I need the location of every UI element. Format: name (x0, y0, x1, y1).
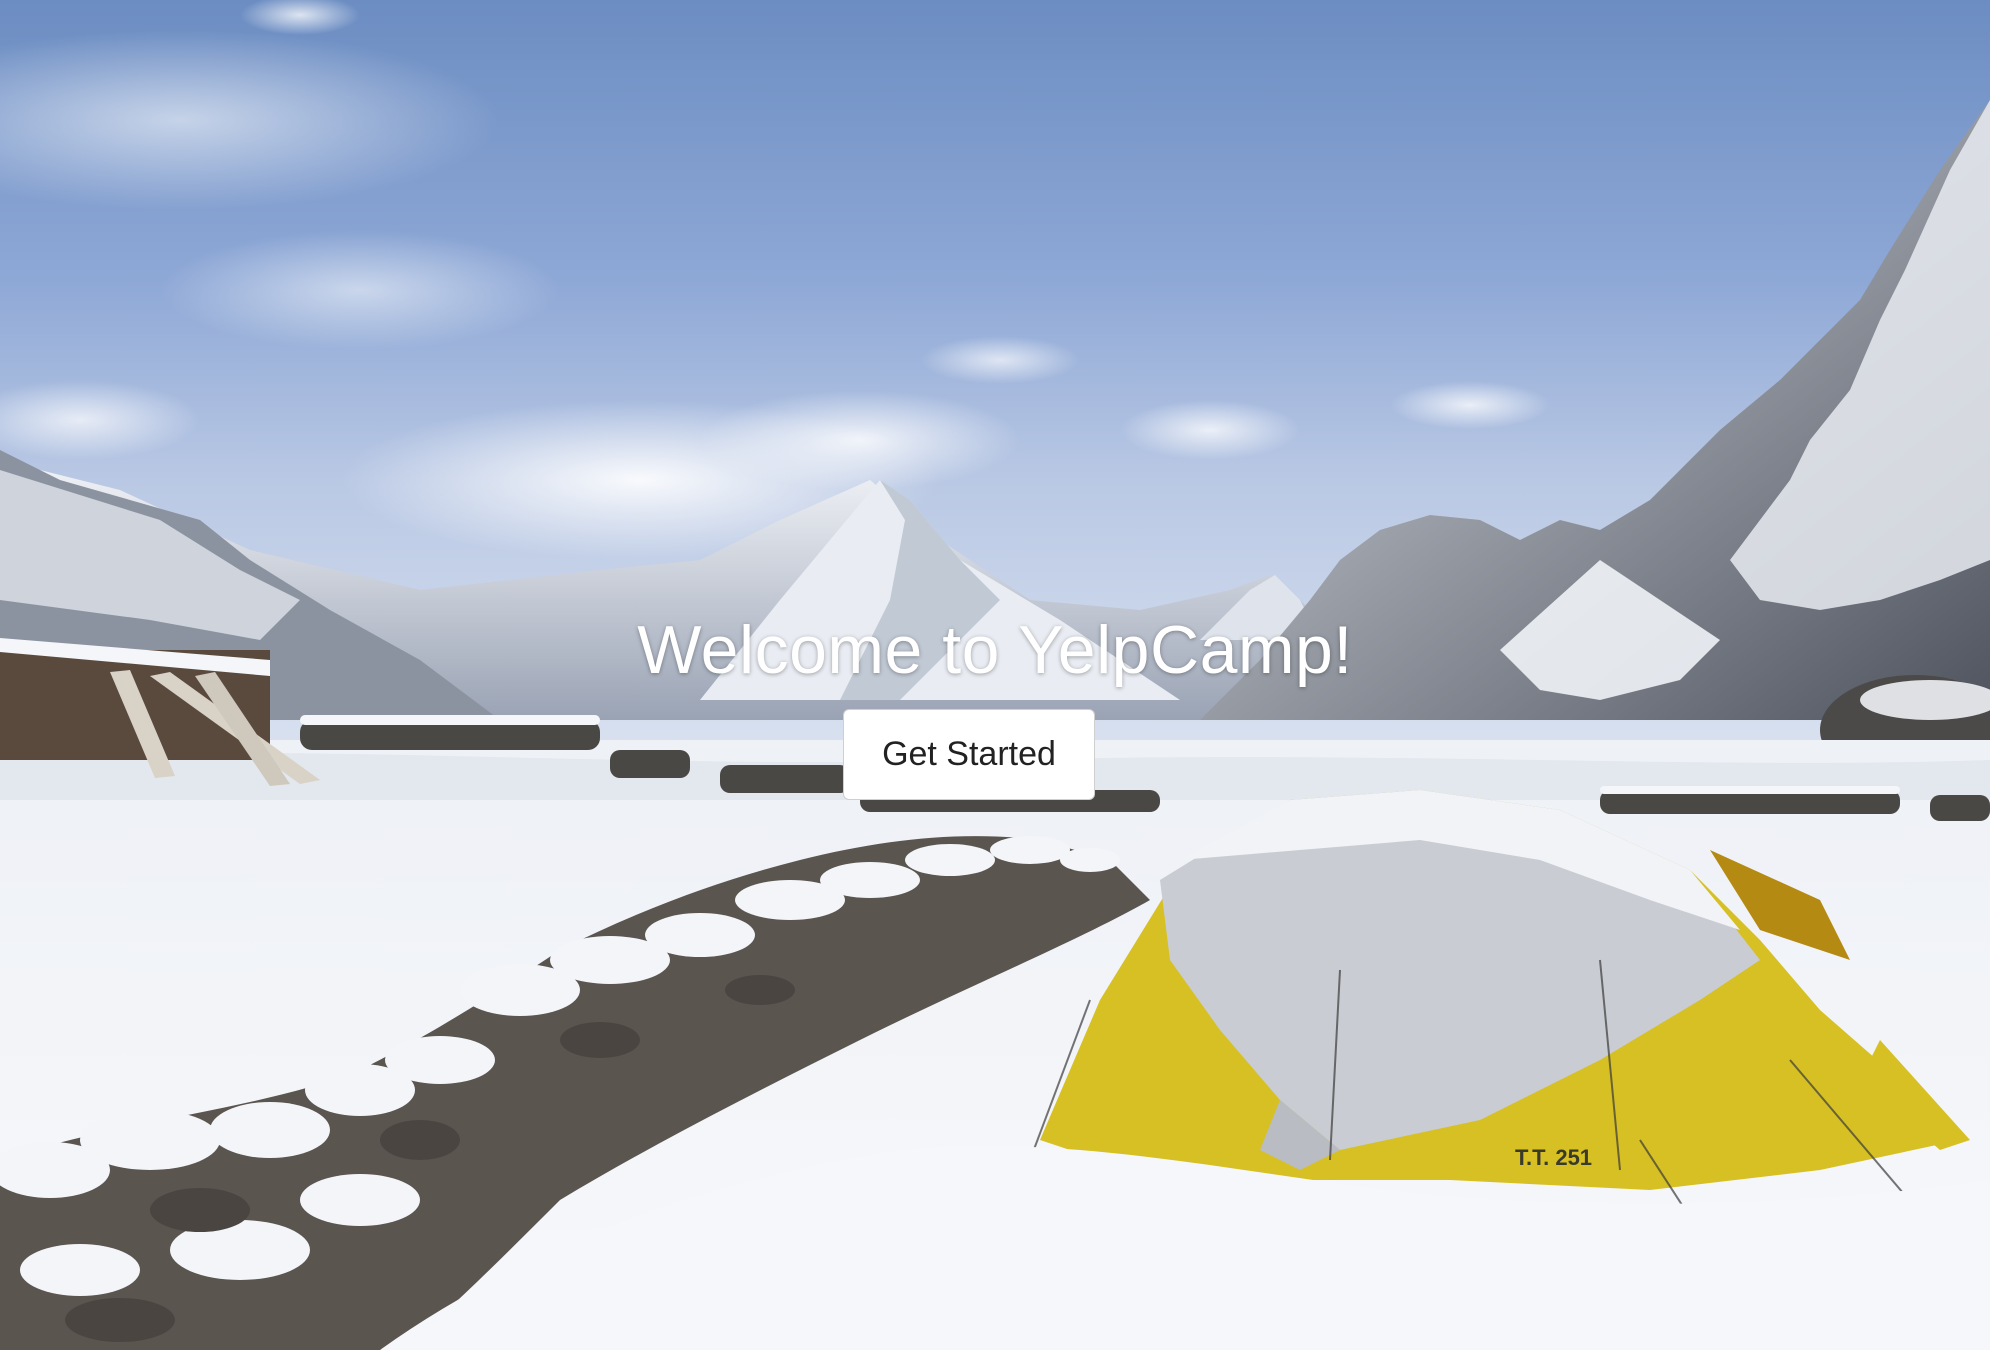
welcome-heading: Welcome to YelpCamp! (637, 612, 1353, 688)
get-started-button[interactable]: Get Started (843, 709, 1095, 800)
hero-content: Welcome to YelpCamp! Get Started (0, 0, 1990, 1350)
landing-hero: T.T. 251 Welcome to YelpCamp! Get Starte… (0, 0, 1990, 1350)
